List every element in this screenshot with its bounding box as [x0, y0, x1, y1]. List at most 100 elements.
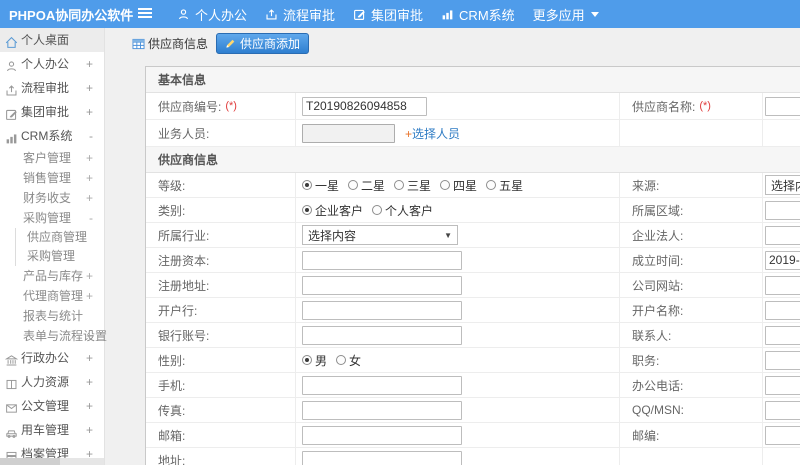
sidebar-scrollbar[interactable] — [0, 458, 104, 465]
radio-option-enterprise[interactable]: 企业客户 — [302, 202, 363, 219]
sidebar-item-hr[interactable]: 人力资源 + — [0, 370, 104, 394]
bank-account-input[interactable] — [302, 325, 462, 345]
expand-toggle[interactable]: + — [86, 188, 93, 208]
menu-toggle-button[interactable] — [138, 7, 152, 22]
address-input[interactable] — [302, 450, 462, 465]
radio-option-individual[interactable]: 个人客户 — [372, 202, 433, 219]
topmenu-label: 更多应用 — [532, 7, 585, 23]
tab-bar: 供应商信息 供应商添加 — [132, 33, 310, 54]
radio-option-four-star[interactable]: 四星 — [440, 177, 477, 194]
sidebar-item-finance[interactable]: 财务收支 + — [0, 188, 104, 208]
topmenu-label: 集团审批 — [371, 7, 424, 23]
founded-date-input[interactable] — [765, 250, 800, 270]
email-input[interactable] — [302, 425, 462, 445]
collapse-toggle[interactable]: - — [89, 124, 93, 148]
topmenu-label: 个人办公 — [195, 7, 248, 23]
expand-toggle[interactable]: + — [86, 168, 93, 188]
topmenu-group-approval[interactable]: 集团审批 — [344, 0, 432, 28]
expand-toggle[interactable]: + — [86, 100, 93, 124]
level-label: 等级: — [158, 178, 186, 193]
expand-toggle[interactable]: + — [86, 418, 93, 442]
radio-selected[interactable] — [302, 180, 312, 190]
expand-toggle[interactable]: + — [86, 394, 93, 418]
region-input[interactable] — [765, 200, 800, 220]
job-title-input[interactable] — [765, 350, 800, 370]
staff-input[interactable] — [302, 123, 395, 143]
capital-input[interactable] — [302, 250, 462, 270]
sidebar-item-form-flow-settings[interactable]: 表单与流程设置 + — [0, 326, 107, 346]
expand-toggle[interactable]: + — [86, 76, 93, 100]
radio-option-male[interactable]: 男 — [302, 352, 327, 369]
expand-toggle[interactable]: + — [86, 286, 93, 306]
sidebar-item-group-approval[interactable]: 集团审批 + — [0, 100, 104, 124]
sidebar-item-vehicle-mgmt[interactable]: 用车管理 + — [0, 418, 104, 442]
sidebar-item-process-approval[interactable]: 流程审批 + — [0, 76, 104, 100]
sidebar-item-agent-mgmt[interactable]: 代理商管理 + — [0, 286, 104, 306]
tab-supplier-add[interactable]: 供应商添加 — [216, 33, 310, 54]
radio-option-three-star[interactable]: 三星 — [394, 177, 431, 194]
industry-select[interactable]: 选择内容 ▼ — [302, 225, 458, 245]
radio-option-female[interactable]: 女 — [336, 352, 361, 369]
mobile-input[interactable] — [302, 375, 462, 395]
sidebar-item-purchase-mgmt[interactable]: 采购管理 - — [0, 208, 104, 228]
collapse-toggle[interactable]: - — [89, 208, 93, 228]
sidebar-item-sales-mgmt[interactable]: 销售管理 + — [0, 168, 104, 188]
reg-address-input[interactable] — [302, 275, 462, 295]
sidebar-item-admin-office[interactable]: 行政办公 + — [0, 346, 104, 370]
sidebar-item-personal-office[interactable]: 个人办公 + — [0, 52, 104, 76]
supplier-name-input[interactable] — [765, 96, 800, 116]
category-radio-group: 企业客户 个人客户 — [302, 202, 442, 219]
topmenu-personal-office[interactable]: 个人办公 — [168, 0, 256, 28]
topmenu-crm[interactable]: CRM系统 — [432, 0, 524, 28]
form-row-industry-legal: 所属行业: 选择内容 ▼ 企业法人: — [146, 223, 800, 248]
expand-toggle[interactable]: + — [86, 346, 93, 370]
choose-staff-link[interactable]: +选择人员 — [405, 125, 460, 142]
bank-label: 开户行: — [158, 303, 198, 318]
supplier-no-input[interactable] — [302, 96, 427, 116]
zip-input[interactable] — [765, 425, 800, 445]
sidebar-item-procurement-mgmt[interactable]: 采购管理 — [15, 247, 104, 266]
bank-input[interactable] — [302, 300, 462, 320]
qq-msn-input[interactable] — [765, 400, 800, 420]
contact-input[interactable] — [765, 325, 800, 345]
radio-selected[interactable] — [302, 205, 312, 215]
fax-input[interactable] — [302, 400, 462, 420]
radio-option-one-star[interactable]: 一星 — [302, 177, 339, 194]
expand-toggle[interactable]: + — [86, 326, 93, 346]
section-title-basic: 基本信息 — [146, 67, 800, 93]
radio[interactable] — [336, 355, 347, 365]
expand-toggle[interactable]: + — [86, 52, 93, 76]
form-row-fax-qq: 传真: QQ/MSN: — [146, 398, 800, 423]
radio-option-five-star[interactable]: 五星 — [486, 177, 523, 194]
sidebar-item-product-inventory[interactable]: 产品与库存 + — [0, 266, 104, 286]
radio[interactable] — [440, 180, 451, 190]
source-select[interactable]: 选择内容▼ — [765, 175, 800, 195]
sidebar-item-supplier-mgmt[interactable]: 供应商管理 — [15, 228, 104, 247]
upload-icon — [265, 8, 278, 21]
radio[interactable] — [348, 180, 359, 190]
sidebar-item-label: 客户管理 — [23, 151, 72, 165]
radio-selected[interactable] — [302, 355, 312, 365]
topmenu-more-apps[interactable]: 更多应用 — [524, 0, 608, 28]
radio[interactable] — [372, 205, 383, 215]
radio[interactable] — [486, 180, 497, 190]
expand-toggle[interactable]: + — [86, 370, 93, 394]
sidebar-item-customer-mgmt[interactable]: 客户管理 + — [0, 148, 104, 168]
sidebar-item-reports[interactable]: 报表与统计 — [0, 306, 104, 326]
expand-toggle[interactable]: + — [86, 266, 93, 286]
radio[interactable] — [394, 180, 405, 190]
tab-supplier-list[interactable]: 供应商信息 — [132, 35, 208, 52]
sidebar-item-crm[interactable]: CRM系统 - — [0, 124, 104, 148]
radio-option-two-star[interactable]: 二星 — [348, 177, 385, 194]
account-name-input[interactable] — [765, 300, 800, 320]
sidebar-item-personal-desktop[interactable]: 个人桌面 — [0, 28, 104, 52]
sidebar-item-label: 采购管理 — [27, 249, 76, 263]
sidebar-item-document-mgmt[interactable]: 公文管理 + — [0, 394, 104, 418]
scrollbar-thumb[interactable] — [0, 458, 60, 465]
topmenu-process-approval[interactable]: 流程审批 — [256, 0, 344, 28]
office-phone-input[interactable] — [765, 375, 800, 395]
legal-person-input[interactable] — [765, 225, 800, 245]
expand-toggle[interactable]: + — [86, 148, 93, 168]
website-input[interactable] — [765, 275, 800, 295]
sidebar-item-label: 流程审批 — [21, 81, 70, 95]
